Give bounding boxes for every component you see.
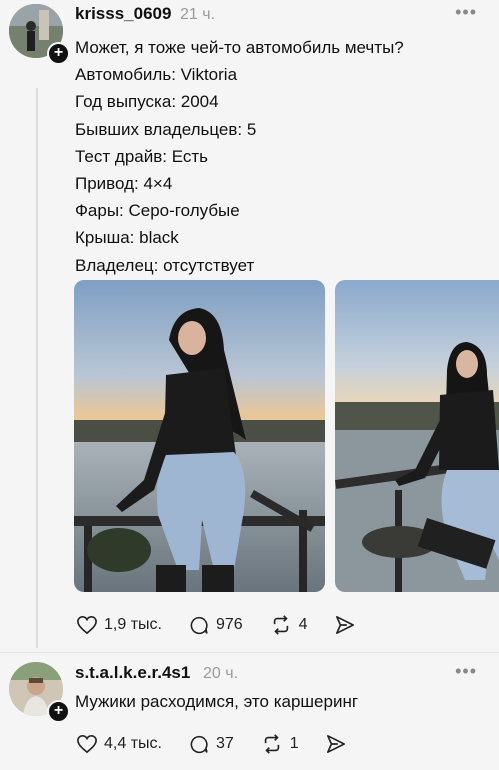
text-line: Крыша: black [75,228,179,248]
share-button[interactable] [325,734,353,754]
post-photo[interactable] [335,280,499,592]
more-dots-icon[interactable]: ••• [455,661,477,682]
repost-button[interactable]: 4 [269,614,308,636]
repost-count: 1 [289,735,299,752]
username[interactable]: s.t.a.l.k.e.r.4s1 [75,663,190,683]
divider [0,652,499,653]
send-icon [335,616,354,634]
comment-button[interactable]: 37 [188,734,234,755]
thread-line [36,88,38,648]
share-button[interactable] [334,615,362,635]
comment-bubble-icon [190,735,208,753]
follow-plus-icon[interactable]: + [47,42,70,65]
text-line: Бывших владельцев: 5 [75,119,257,139]
post-actions: 1,9 тыс. 976 4 [76,614,388,636]
post-text: Мужики расходимся, это каршеринг [75,692,359,711]
text-line: Тест драйв: Есть [75,146,208,166]
post-text: Может, я тоже чей-то автомобиль мечты? А… [75,34,404,279]
comment-count: 37 [215,735,234,752]
heart-icon [77,615,97,635]
text-line: Может, я тоже чей-то автомобиль мечты? [75,38,404,57]
like-button[interactable]: 4,4 тыс. [76,734,162,754]
more-dots-icon[interactable]: ••• [455,2,477,23]
comment-button[interactable]: 976 [188,615,243,636]
like-count: 4,4 тыс. [104,735,162,752]
like-button[interactable]: 1,9 тыс. [76,615,162,635]
repost-icon [273,615,288,635]
heart-icon [77,734,97,754]
text-line: Владелец: отсутствует [75,255,255,275]
post-photo[interactable] [74,280,325,592]
text-line: Автомобиль: Viktoria [75,65,238,85]
comment-bubble-icon [190,616,208,634]
repost-icon [264,734,280,754]
comment-count: 976 [215,616,243,633]
text-line: Фары: Серо-голубые [75,201,240,221]
text-line: Год выпуска: 2004 [75,92,219,112]
post-time: 20 ч. [203,665,239,682]
username[interactable]: krisss_0609 [75,4,171,24]
repost-button[interactable]: 1 [260,733,299,755]
repost-count: 4 [298,616,308,633]
follow-plus-icon[interactable]: + [47,700,70,723]
post-actions: 4,4 тыс. 37 1 [76,733,379,755]
text-line: Привод: 4×4 [75,174,173,194]
post-time: 21 ч. [180,6,216,23]
send-icon [326,735,345,753]
like-count: 1,9 тыс. [104,616,162,633]
